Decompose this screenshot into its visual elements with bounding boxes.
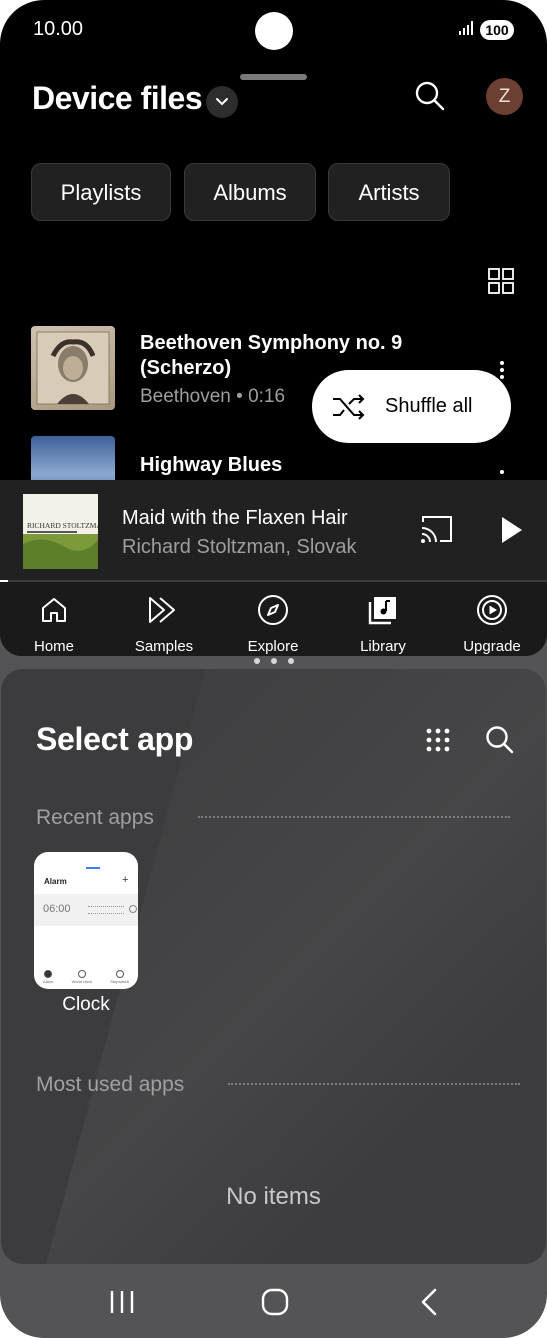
search-icon[interactable] [485, 725, 515, 755]
play-icon[interactable] [500, 516, 524, 544]
recent-apps-label: Recent apps [36, 806, 154, 829]
split-view-handle[interactable] [254, 658, 294, 666]
thumb-alarm-title: Alarm [44, 877, 67, 886]
now-playing-album-art[interactable]: RICHARD STOLTZMAN [23, 494, 98, 569]
nav-upgrade[interactable]: Upgrade [442, 594, 542, 655]
shuffle-all-button[interactable]: Shuffle all [312, 370, 511, 443]
now-playing-title: Maid with the Flaxen Hair [122, 507, 348, 529]
nav-explore-label: Explore [247, 638, 299, 655]
home-icon [42, 598, 66, 622]
apps-grid-icon[interactable] [426, 728, 450, 752]
track-title-line2[interactable]: (Scherzo) [140, 356, 231, 381]
page-title: Device files [32, 80, 203, 116]
chevron-down-icon [216, 98, 228, 106]
nav-home[interactable]: Home [4, 594, 104, 655]
track-more-button[interactable] [500, 361, 506, 382]
beethoven-portrait-image [36, 331, 110, 405]
album-cover-image: RICHARD STOLTZMAN [23, 494, 98, 569]
nav-samples-label: Samples [134, 638, 194, 655]
grid-view-icon[interactable] [488, 268, 514, 294]
status-time: 10.00 [33, 18, 84, 40]
section-divider [228, 1083, 520, 1085]
avatar[interactable]: Z [486, 78, 523, 115]
phone-screen: 10.00 100 Device files Z Playlists Album… [0, 0, 547, 1338]
thumb-weekdays [88, 906, 124, 914]
album-cover-text: RICHARD STOLTZMAN [27, 521, 98, 530]
thumb-tab: Stopwatch [110, 970, 129, 989]
chip-playlists[interactable]: Playlists [31, 163, 171, 221]
track-title-line1[interactable]: Beethoven Symphony no. 9 [140, 331, 402, 356]
nav-samples[interactable]: Samples [114, 594, 214, 655]
shuffle-all-label: Shuffle all [385, 395, 473, 417]
samples-icon [149, 597, 175, 623]
chip-albums[interactable]: Albums [184, 163, 316, 221]
back-icon[interactable] [419, 1288, 439, 1316]
thumb-indicator [86, 867, 100, 869]
shuffle-icon [333, 393, 365, 420]
thumb-add-icon: + [122, 874, 129, 886]
most-used-apps-label: Most used apps [36, 1073, 185, 1096]
nav-library-label: Library [360, 638, 406, 655]
nav-explore[interactable]: Explore [223, 594, 323, 655]
now-playing-artist: Richard Stoltzman, Slovak [122, 536, 357, 558]
track-title[interactable]: Highway Blues [140, 453, 282, 478]
bottom-navigation: Home Samples Explore Library Upgrade [0, 582, 547, 656]
recent-app-clock[interactable]: Alarm + 06:00 Alarm World clock Stopwatc… [34, 852, 138, 989]
album-art-beethoven[interactable] [31, 326, 115, 410]
source-dropdown-button[interactable] [206, 86, 238, 118]
upgrade-play-icon [477, 595, 507, 625]
music-app-window: 10.00 100 Device files Z Playlists Album… [0, 0, 547, 656]
thumb-toggle-icon [129, 905, 137, 913]
cast-icon[interactable] [420, 514, 454, 544]
recent-apps-icon[interactable] [110, 1288, 134, 1316]
system-navigation-bar [0, 1266, 547, 1338]
home-button-icon[interactable] [261, 1288, 289, 1316]
thumb-alarm-time: 06:00 [43, 903, 71, 915]
compass-icon [258, 595, 288, 625]
thumb-tab: World clock [72, 970, 92, 989]
empty-state-text: No items [226, 1183, 321, 1210]
battery-indicator: 100 [480, 20, 514, 40]
nav-library[interactable]: Library [333, 594, 433, 655]
panel-title: Select app [36, 721, 194, 757]
chip-artists[interactable]: Artists [328, 163, 450, 221]
window-drag-handle[interactable] [240, 74, 307, 80]
track-more-button[interactable] [500, 470, 506, 477]
front-camera [255, 12, 293, 50]
nav-home-label: Home [33, 638, 74, 655]
now-playing-bar[interactable]: RICHARD STOLTZMAN Maid with the Flaxen H… [0, 480, 547, 582]
select-app-panel: Select app Recent apps Alarm + 06:00 Ala… [1, 669, 546, 1264]
section-divider [198, 816, 510, 818]
thumb-tab: Alarm [43, 970, 53, 989]
recent-app-label[interactable]: Clock [34, 994, 138, 1016]
library-icon [368, 597, 396, 625]
stopwatch-icon [115, 970, 124, 978]
globe-icon [77, 970, 86, 978]
alarm-icon [44, 970, 53, 978]
thumb-tab-bar: Alarm World clock Stopwatch [34, 970, 138, 989]
search-icon[interactable] [414, 80, 446, 112]
track-subtitle: Beethoven • 0:16 [140, 386, 286, 407]
nav-upgrade-label: Upgrade [463, 638, 521, 655]
signal-bars-icon [459, 21, 473, 35]
